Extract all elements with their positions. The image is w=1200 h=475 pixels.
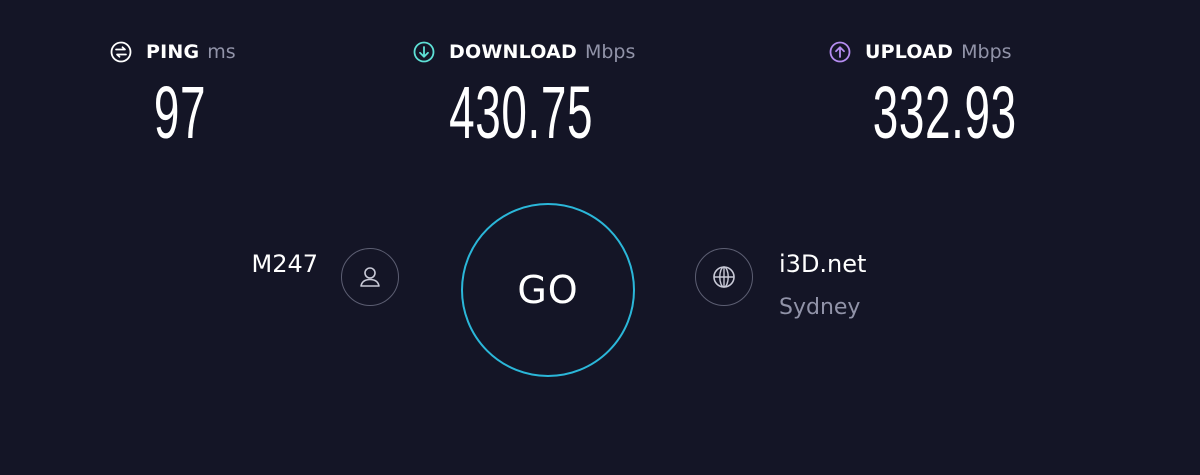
server-button[interactable]: [695, 248, 753, 306]
download-value: 430.75: [449, 71, 594, 154]
download-unit: Mbps: [584, 41, 636, 63]
download-label: DOWNLOAD: [449, 41, 577, 63]
upload-value: 332.93: [872, 71, 1017, 154]
upload-header: UPLOAD Mbps: [829, 38, 1012, 66]
server-name[interactable]: i3D.net: [779, 250, 866, 278]
globe-icon: [713, 266, 735, 288]
upload-arrow-icon: [829, 41, 851, 63]
ping-label: PING: [146, 41, 200, 63]
upload-metric: UPLOAD Mbps 332.93: [829, 38, 1016, 150]
provider-button[interactable]: [341, 248, 399, 306]
ping-unit: ms: [207, 41, 236, 63]
ping-header: PING ms: [110, 38, 236, 66]
upload-label: UPLOAD: [865, 41, 954, 63]
download-metric: DOWNLOAD Mbps 430.75: [413, 38, 635, 150]
ping-value: 97: [153, 71, 207, 154]
server-location: Sydney: [779, 295, 861, 320]
upload-unit: Mbps: [961, 41, 1012, 63]
user-icon: [360, 267, 380, 287]
ping-icon: [110, 41, 132, 63]
speedtest-panel: PING ms 97 DOWNLOAD Mbps 430.75 UPLOAD M…: [0, 0, 1200, 475]
download-header: DOWNLOAD Mbps: [413, 38, 635, 66]
download-arrow-icon: [413, 41, 435, 63]
ping-metric: PING ms 97: [110, 38, 236, 150]
go-button[interactable]: GO: [461, 203, 635, 377]
provider-name: M247: [251, 250, 318, 278]
go-label: GO: [517, 268, 579, 312]
